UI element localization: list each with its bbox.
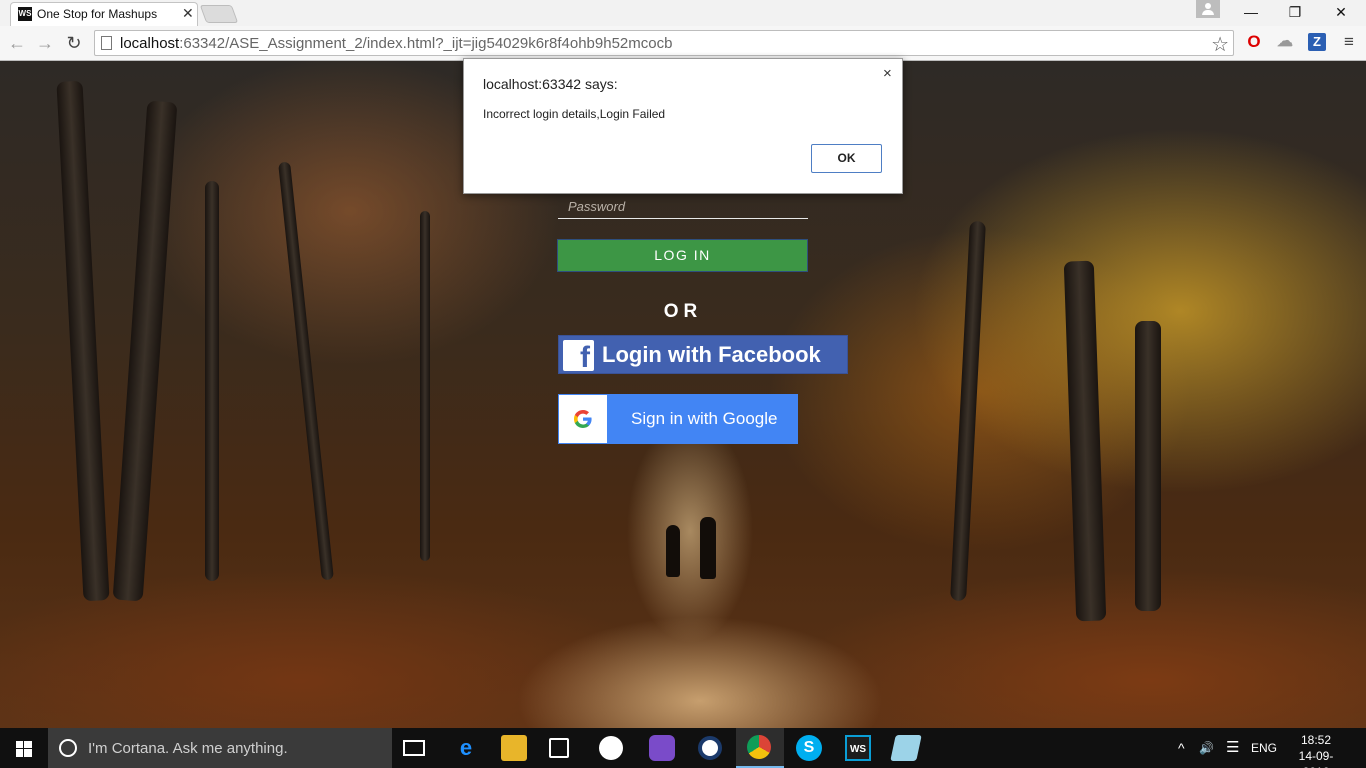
- chrome-app-icon-alt[interactable]: [599, 736, 623, 760]
- tab-close-icon[interactable]: ✕: [182, 6, 194, 20]
- start-button[interactable]: [0, 728, 48, 768]
- dialog-title: localhost:63342 says:: [483, 76, 618, 92]
- browser-title-bar: WS One Stop for Mashups ✕ — ❐ ✕: [0, 0, 1366, 26]
- tree-trunk: [56, 80, 110, 602]
- url-text[interactable]: localhost:63342/ASE_Assignment_2/index.h…: [120, 35, 672, 52]
- taskbar-clock[interactable]: 18:52 14-09-2016: [1286, 732, 1346, 768]
- browser-tab[interactable]: WS One Stop for Mashups ✕: [10, 2, 198, 26]
- restore-button[interactable]: ❐: [1272, 0, 1318, 24]
- app-purple-icon[interactable]: [649, 735, 675, 761]
- notification-icon[interactable]: ☰: [1226, 728, 1239, 768]
- volume-icon[interactable]: 🔊: [1199, 728, 1214, 768]
- tab-title: One Stop for Mashups: [37, 7, 158, 21]
- cortana-search-box[interactable]: I'm Cortana. Ask me anything.: [48, 728, 392, 768]
- cloud-extension-icon[interactable]: ☁: [1276, 33, 1294, 51]
- url-path: :63342/ASE_Assignment_2/index.html?_ijt=…: [179, 35, 673, 52]
- language-indicator[interactable]: ENG: [1251, 728, 1277, 768]
- cortana-placeholder: I'm Cortana. Ask me anything.: [88, 740, 288, 757]
- close-window-button[interactable]: ✕: [1318, 0, 1364, 24]
- tray-expand-icon[interactable]: ^: [1178, 728, 1185, 768]
- chrome-menu-icon[interactable]: ≡: [1340, 33, 1358, 51]
- opera-extension-icon[interactable]: O: [1245, 33, 1263, 51]
- new-tab-button[interactable]: [199, 5, 239, 23]
- login-button[interactable]: LOG IN: [557, 239, 808, 272]
- file-explorer-icon[interactable]: [501, 735, 527, 761]
- walker-silhouette: [700, 517, 716, 579]
- dialog-message: Incorrect login details,Login Failed: [483, 107, 666, 121]
- tree-trunk: [950, 220, 986, 602]
- dialog-close-icon[interactable]: ×: [883, 65, 892, 82]
- browser-toolbar: ← → ↻ localhost:63342/ASE_Assignment_2/i…: [0, 26, 1366, 61]
- windows-logo-icon: [16, 741, 32, 757]
- address-bar[interactable]: localhost:63342/ASE_Assignment_2/index.h…: [94, 30, 1234, 56]
- cortana-icon: [59, 739, 77, 757]
- bookmark-star-icon[interactable]: ☆: [1211, 32, 1229, 57]
- user-profile-icon[interactable]: [1196, 0, 1220, 18]
- dialog-ok-button[interactable]: OK: [811, 144, 882, 173]
- tree-trunk: [1135, 321, 1161, 611]
- task-view-icon[interactable]: [403, 740, 425, 756]
- store-icon[interactable]: [549, 738, 569, 758]
- clock-date: 14-09-2016: [1298, 749, 1334, 768]
- tree-trunk: [420, 211, 430, 561]
- notes-app-icon[interactable]: [890, 735, 922, 761]
- chrome-icon: [747, 735, 771, 759]
- facebook-icon: f: [563, 340, 594, 374]
- url-host: localhost: [120, 35, 180, 52]
- page-icon: [101, 36, 112, 50]
- webstorm-favicon-icon: WS: [18, 7, 32, 21]
- edge-browser-icon[interactable]: e: [453, 735, 479, 761]
- google-signin-button[interactable]: Sign in with Google: [558, 394, 798, 444]
- clock-time: 18:52: [1300, 733, 1332, 747]
- minimize-button[interactable]: —: [1228, 0, 1274, 24]
- tree-trunk: [112, 100, 178, 602]
- app-blue-icon[interactable]: [698, 736, 722, 760]
- windows-taskbar: I'm Cortana. Ask me anything. e S WS ^ 🔊…: [0, 728, 1366, 768]
- webstorm-icon[interactable]: WS: [845, 735, 871, 761]
- skype-icon[interactable]: S: [796, 735, 822, 761]
- alert-dialog: localhost:63342 says: × Incorrect login …: [463, 58, 903, 194]
- chrome-taskbar-item[interactable]: [736, 728, 784, 768]
- google-button-label: Sign in with Google: [631, 409, 778, 428]
- z-extension-icon[interactable]: Z: [1308, 33, 1326, 51]
- password-field[interactable]: [558, 195, 808, 219]
- or-divider-text: OR: [663, 301, 703, 322]
- facebook-button-label: Login with Facebook: [602, 342, 821, 367]
- reload-icon[interactable]: ↻: [63, 32, 85, 54]
- forward-arrow-icon[interactable]: →: [34, 32, 56, 54]
- tree-trunk: [278, 161, 334, 581]
- password-input[interactable]: [558, 195, 808, 217]
- tree-trunk: [205, 181, 219, 581]
- google-icon: [559, 395, 607, 443]
- facebook-login-button[interactable]: f Login with Facebook: [558, 335, 848, 374]
- walker-silhouette: [666, 525, 680, 577]
- back-arrow-icon[interactable]: ←: [6, 32, 28, 54]
